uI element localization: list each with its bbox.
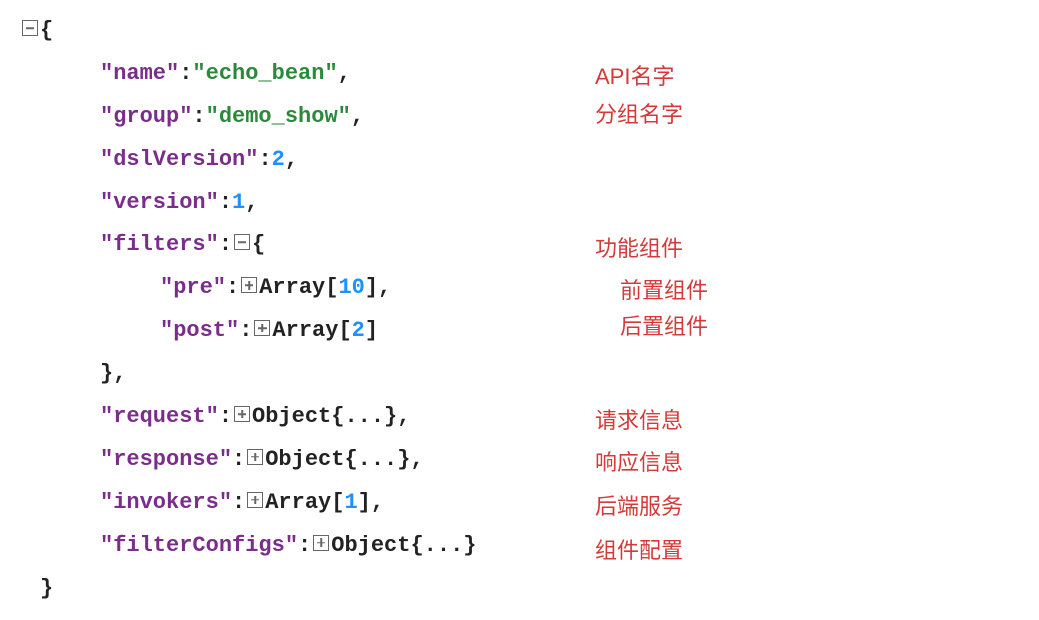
json-property-name: "name":"echo_bean", xyxy=(40,53,1019,96)
json-key: "version" xyxy=(100,182,219,225)
json-number-value: 1 xyxy=(232,182,245,225)
json-type-label: Array xyxy=(259,267,325,310)
brace-close: }, xyxy=(100,353,126,396)
expand-icon[interactable] xyxy=(254,320,270,336)
json-array-count: 2 xyxy=(352,310,365,353)
annotation-comp-config: 组件配置 xyxy=(595,530,683,573)
object-ellipsis: {...} xyxy=(344,439,410,482)
expand-icon[interactable] xyxy=(234,406,250,422)
json-key: "post" xyxy=(160,310,239,353)
json-key: "filters" xyxy=(100,224,219,267)
json-key: "response" xyxy=(100,439,232,482)
annotation-api-name: API名字 xyxy=(595,56,674,99)
json-type-label: Array xyxy=(272,310,338,353)
json-root-close: } xyxy=(40,568,1019,611)
json-key: "invokers" xyxy=(100,482,232,525)
annotation-post-comp: 后置组件 xyxy=(620,306,708,349)
json-filters-close: }, xyxy=(40,353,1019,396)
json-string-value: "demo_show" xyxy=(206,96,351,139)
brace-open: { xyxy=(252,224,265,267)
annotation-response-info: 响应信息 xyxy=(595,442,683,485)
json-root-open: { xyxy=(20,10,1019,53)
object-ellipsis: {...} xyxy=(410,525,476,568)
json-array-count: 10 xyxy=(338,267,364,310)
collapse-icon[interactable] xyxy=(234,234,250,250)
expand-icon[interactable] xyxy=(241,277,257,293)
json-number-value: 2 xyxy=(272,139,285,182)
json-property-filterconfigs: "filterConfigs":Object{...} xyxy=(40,525,1019,568)
json-viewer: { "name":"echo_bean", "group":"demo_show… xyxy=(40,10,1019,610)
expand-icon[interactable] xyxy=(247,449,263,465)
json-key: "group" xyxy=(100,96,192,139)
annotation-group-name: 分组名字 xyxy=(595,94,683,137)
json-property-pre: "pre":Array[10], xyxy=(40,267,1019,310)
json-array-count: 1 xyxy=(344,482,357,525)
brace-close: } xyxy=(40,568,53,611)
json-key: "name" xyxy=(100,53,179,96)
brace-open: { xyxy=(40,10,53,53)
json-key: "request" xyxy=(100,396,219,439)
json-type-label: Object xyxy=(331,525,410,568)
annotation-backend-service: 后端服务 xyxy=(595,486,683,529)
json-property-dslversion: "dslVersion":2, xyxy=(40,139,1019,182)
annotation-request-info: 请求信息 xyxy=(595,400,683,443)
json-property-filters: "filters":{ xyxy=(40,224,1019,267)
object-ellipsis: {...} xyxy=(331,396,397,439)
collapse-icon[interactable] xyxy=(22,20,38,36)
json-property-group: "group":"demo_show", xyxy=(40,96,1019,139)
annotation-func-comp: 功能组件 xyxy=(595,228,683,271)
json-property-request: "request":Object{...}, xyxy=(40,396,1019,439)
json-key: "dslVersion" xyxy=(100,139,258,182)
json-type-label: Object xyxy=(265,439,344,482)
json-string-value: "echo_bean" xyxy=(192,53,337,96)
json-key: "pre" xyxy=(160,267,226,310)
json-key: "filterConfigs" xyxy=(100,525,298,568)
json-property-version: "version":1, xyxy=(40,182,1019,225)
json-type-label: Array xyxy=(265,482,331,525)
expand-icon[interactable] xyxy=(247,492,263,508)
expand-icon[interactable] xyxy=(313,535,329,551)
json-type-label: Object xyxy=(252,396,331,439)
json-property-post: "post":Array[2] xyxy=(40,310,1019,353)
json-property-invokers: "invokers":Array[1], xyxy=(40,482,1019,525)
json-property-response: "response":Object{...}, xyxy=(40,439,1019,482)
